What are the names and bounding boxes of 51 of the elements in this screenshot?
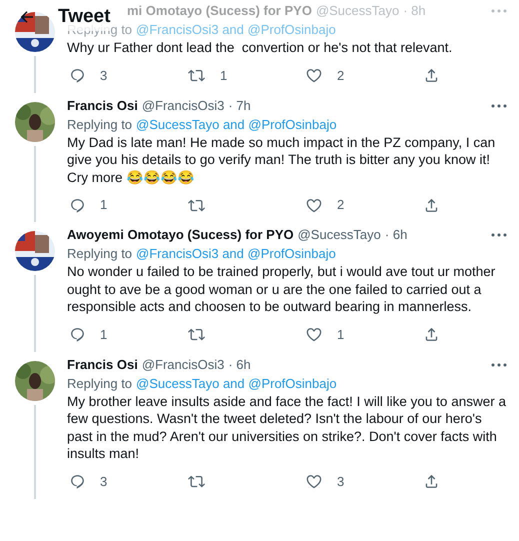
mention-link[interactable]: @SucessTayo and @ProfOsinbajo — [136, 374, 337, 392]
author-name[interactable]: mi Omotayo (Sucess) for PYO — [127, 1, 312, 21]
more-icon[interactable] — [491, 233, 507, 237]
mention-link[interactable]: @FrancisOsi3 and @ProfOsinbajo — [136, 245, 336, 262]
retweet-icon[interactable] — [187, 67, 206, 84]
reply-count: 3 — [100, 472, 108, 491]
heart-icon[interactable] — [305, 326, 323, 343]
author-name[interactable]: Francis Osi — [67, 96, 138, 116]
replying-label: Replying to — [67, 22, 132, 38]
reply-count: 1 — [100, 326, 108, 344]
more-icon[interactable] — [491, 104, 507, 108]
like-count: 2 — [337, 66, 344, 85]
share-icon[interactable] — [423, 67, 440, 84]
tweet-text: My brother leave insults aside and face the fact! I will like you to answer a few questions. Wasn't the tweet deleted? Isn't the labour of our hero's past in the mud? Aren't our universities on strike?. Don't cover facts with insults man! — [67, 392, 507, 462]
share-icon[interactable] — [423, 473, 440, 490]
heart-icon[interactable] — [305, 67, 323, 84]
heart-icon[interactable] — [305, 473, 323, 490]
like-count: 3 — [337, 472, 344, 491]
author-handle: @SucessTayo — [316, 2, 400, 20]
share-icon[interactable] — [423, 196, 440, 214]
share-icon[interactable] — [423, 326, 440, 343]
retweet-count: 1 — [220, 66, 228, 85]
replying-label: Replying to — [67, 116, 132, 132]
tweet-time: · 8h — [403, 2, 426, 20]
author-name[interactable]: Francis Osi — [67, 354, 138, 374]
tweet-time: · 6h — [228, 356, 251, 374]
replying-label: Replying to — [67, 245, 132, 262]
replying-label: Replying to — [67, 374, 132, 392]
author-name[interactable]: Awoyemi Omotayo (Sucess) for PYO — [67, 225, 294, 245]
reply-icon[interactable] — [69, 326, 86, 343]
reply-count: 3 — [100, 66, 108, 85]
mention-link[interactable]: @FrancisOsi3 and @ProfOsinbajo — [136, 21, 336, 38]
like-count: 1 — [337, 326, 344, 344]
reply-icon[interactable] — [69, 196, 86, 214]
author-handle: @FrancisOsi3 — [142, 356, 224, 374]
more-icon[interactable] — [491, 362, 507, 366]
reply-icon[interactable] — [69, 473, 86, 490]
tweet-text: My Dad is late man! He made so much impact in the PZ company, I can give you his details to go verify man! The truth is bitter any you know it! Cry more 😂😂😂😂 — [67, 134, 496, 186]
retweet-icon[interactable] — [187, 326, 206, 343]
heart-icon[interactable] — [305, 196, 323, 214]
tweet-text: No wonder u failed to be trained properly, but i would ave tout ur mother ought to ave be a good woman or u are the one failed to carried out a responsible acts and choosen to be outward bearing in mannerless. — [67, 263, 496, 316]
reply-count: 1 — [100, 196, 108, 214]
retweet-icon[interactable] — [187, 473, 206, 490]
mention-link[interactable]: @SucessTayo and @ProfOsinbajo — [136, 116, 337, 132]
tweet-text: Why ur Father dont lead the convertion or he's not that relevant. — [67, 39, 454, 56]
tweet-time: · 6h — [384, 226, 408, 244]
reply-icon[interactable] — [69, 67, 86, 84]
author-handle: @SucessTayo — [298, 226, 381, 244]
author-handle: @FrancisOsi3 — [142, 96, 224, 115]
tweet-time: · 7h — [228, 96, 251, 115]
like-count: 2 — [337, 196, 344, 214]
